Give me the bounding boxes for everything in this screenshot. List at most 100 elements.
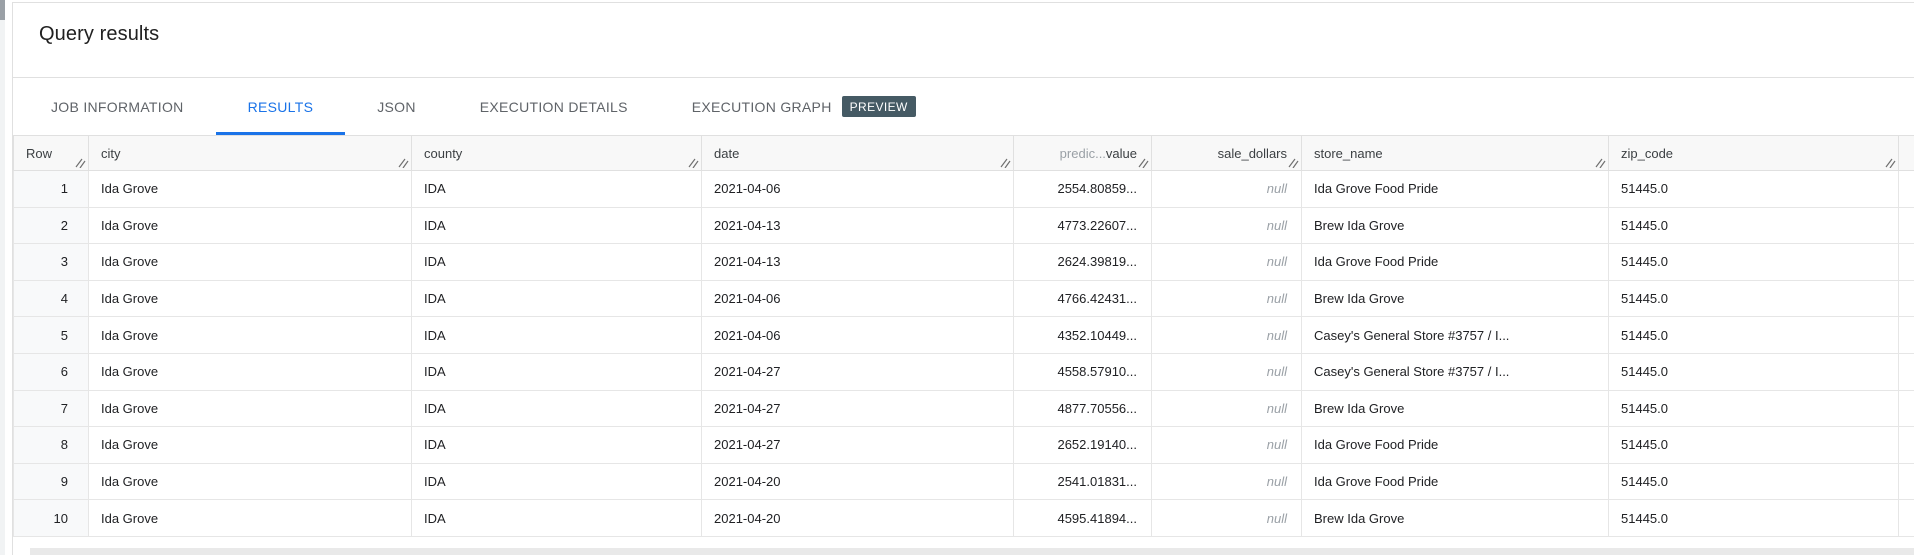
query-results-screen: Query results JOB INFORMATION RESULTS JSON… (0, 0, 1914, 555)
cell-store_name: Casey's General Store #3757 / I... (1302, 353, 1609, 390)
column-header-predicted_value[interactable]: predic...value (1014, 136, 1152, 171)
tab-execution-graph[interactable]: EXECUTION GRAPH PREVIEW (660, 78, 948, 135)
cell-county: IDA (412, 353, 702, 390)
cell-zip_code: 51445.0 (1609, 280, 1899, 317)
panel-header: Query results (13, 3, 1914, 78)
cell-predicted_value: 4352.10449... (1014, 317, 1152, 354)
column-header-row[interactable]: Row (14, 136, 89, 171)
cell-row: 4 (14, 280, 89, 317)
cell-date: 2021-04-13 (702, 244, 1014, 281)
cell-sale_dollars: null (1152, 207, 1302, 244)
tab-bar: JOB INFORMATION RESULTS JSON EXECUTION DETA… (13, 78, 1914, 135)
cell-predicted_value: 2652.19140... (1014, 427, 1152, 464)
column-resize-handle-icon[interactable] (1594, 156, 1606, 168)
cell-county: IDA (412, 244, 702, 281)
cell-predicted_value: 4773.22607... (1014, 207, 1152, 244)
cell-store_name: Brew Ida Grove (1302, 390, 1609, 427)
cell-predicted_value: 2624.39819... (1014, 244, 1152, 281)
horizontal-scrollbar[interactable] (30, 548, 1914, 555)
cell-row: 9 (14, 463, 89, 500)
table-row: 2Ida GroveIDA2021-04-134773.22607...null… (14, 207, 1914, 244)
column-header-county[interactable]: county (412, 136, 702, 171)
tab-execution-details[interactable]: EXECUTION DETAILS (448, 78, 660, 135)
tab-job-information[interactable]: JOB INFORMATION (19, 78, 216, 135)
cell-city: Ida Grove (89, 463, 412, 500)
table-row: 8Ida GroveIDA2021-04-272652.19140...null… (14, 427, 1914, 464)
vertical-scrollbar[interactable] (0, 0, 5, 555)
column-resize-handle-icon[interactable] (1884, 156, 1896, 168)
cell-date: 2021-04-20 (702, 500, 1014, 537)
cell-row: 8 (14, 427, 89, 464)
cell-city: Ida Grove (89, 317, 412, 354)
cell-row: 1 (14, 171, 89, 208)
column-header-city[interactable]: city (89, 136, 412, 171)
cell-date: 2021-04-27 (702, 390, 1014, 427)
column-header-label: county (424, 146, 462, 161)
cell-predicted_value: 4558.57910... (1014, 353, 1152, 390)
cell-row: 7 (14, 390, 89, 427)
cell-sale_dollars: null (1152, 280, 1302, 317)
cell-county: IDA (412, 317, 702, 354)
cell-row: 2 (14, 207, 89, 244)
cell-filler (1899, 207, 1914, 244)
table-row: 10Ida GroveIDA2021-04-204595.41894...nul… (14, 500, 1914, 537)
preview-badge: PREVIEW (842, 96, 916, 117)
table-row: 3Ida GroveIDA2021-04-132624.39819...null… (14, 244, 1914, 281)
cell-predicted_value: 2541.01831... (1014, 463, 1152, 500)
cell-sale_dollars: null (1152, 353, 1302, 390)
cell-filler (1899, 353, 1914, 390)
column-header-filler (1899, 136, 1914, 171)
cell-county: IDA (412, 463, 702, 500)
tab-label: EXECUTION GRAPH (692, 99, 832, 115)
column-resize-handle-icon[interactable] (1287, 156, 1299, 168)
column-resize-handle-icon[interactable] (1137, 156, 1149, 168)
cell-store_name: Brew Ida Grove (1302, 207, 1609, 244)
cell-zip_code: 51445.0 (1609, 207, 1899, 244)
cell-sale_dollars: null (1152, 390, 1302, 427)
tab-label: EXECUTION DETAILS (480, 99, 628, 115)
cell-sale_dollars: null (1152, 500, 1302, 537)
column-header-date[interactable]: date (702, 136, 1014, 171)
column-header-label: zip_code (1621, 146, 1673, 161)
cell-county: IDA (412, 280, 702, 317)
column-header-sale_dollars[interactable]: sale_dollars (1152, 136, 1302, 171)
column-header-label: city (101, 146, 121, 161)
tab-label: JOB INFORMATION (51, 99, 184, 115)
vertical-scrollbar-thumb[interactable] (0, 0, 5, 20)
cell-date: 2021-04-27 (702, 427, 1014, 464)
cell-zip_code: 51445.0 (1609, 500, 1899, 537)
tab-label: JSON (377, 99, 416, 115)
cell-sale_dollars: null (1152, 427, 1302, 464)
cell-filler (1899, 500, 1914, 537)
cell-sale_dollars: null (1152, 463, 1302, 500)
table-row: 7Ida GroveIDA2021-04-274877.70556...null… (14, 390, 1914, 427)
cell-predicted_value: 4877.70556... (1014, 390, 1152, 427)
column-header-label: store_name (1314, 146, 1383, 161)
table-row: 4Ida GroveIDA2021-04-064766.42431...null… (14, 280, 1914, 317)
cell-county: IDA (412, 390, 702, 427)
table-row: 6Ida GroveIDA2021-04-274558.57910...null… (14, 353, 1914, 390)
cell-row: 5 (14, 317, 89, 354)
column-header-store_name[interactable]: store_name (1302, 136, 1609, 171)
cell-row: 3 (14, 244, 89, 281)
cell-city: Ida Grove (89, 207, 412, 244)
cell-zip_code: 51445.0 (1609, 353, 1899, 390)
column-resize-handle-icon[interactable] (397, 156, 409, 168)
cell-zip_code: 51445.0 (1609, 463, 1899, 500)
tab-json[interactable]: JSON (345, 78, 448, 135)
cell-city: Ida Grove (89, 353, 412, 390)
column-header-truncated-prefix: predic... (1060, 146, 1106, 161)
cell-sale_dollars: null (1152, 171, 1302, 208)
tab-results[interactable]: RESULTS (216, 78, 346, 135)
cell-filler (1899, 390, 1914, 427)
column-resize-handle-icon[interactable] (74, 156, 86, 168)
cell-store_name: Brew Ida Grove (1302, 280, 1609, 317)
cell-city: Ida Grove (89, 244, 412, 281)
column-resize-handle-icon[interactable] (687, 156, 699, 168)
cell-zip_code: 51445.0 (1609, 317, 1899, 354)
cell-city: Ida Grove (89, 171, 412, 208)
column-header-zip_code[interactable]: zip_code (1609, 136, 1899, 171)
column-resize-handle-icon[interactable] (999, 156, 1011, 168)
cell-sale_dollars: null (1152, 244, 1302, 281)
cell-store_name: Casey's General Store #3757 / I... (1302, 317, 1609, 354)
